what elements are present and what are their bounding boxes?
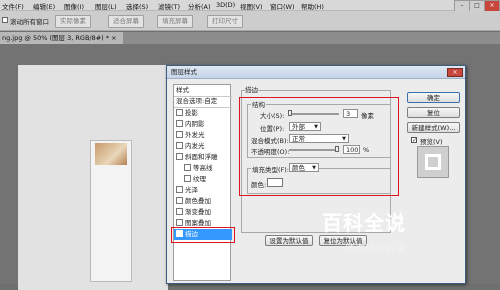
ok-button[interactable]: 确定	[407, 92, 460, 103]
opacity-label: 不透明度(O):	[251, 148, 290, 156]
chevron-down-icon: ▼	[342, 136, 346, 142]
chevron-down-icon: ▼	[314, 124, 318, 130]
preview-label: 预览(V)	[420, 138, 443, 146]
style-label: 等高线	[193, 164, 213, 172]
opacity-slider-track[interactable]	[289, 149, 339, 151]
style-label: 颜色叠加	[185, 197, 211, 205]
close-icon[interactable]: ×	[447, 68, 463, 77]
fill-type-label: 填充类型(F):	[251, 164, 291, 174]
style-checkbox[interactable]	[176, 131, 183, 138]
menu-layer[interactable]: 图层(L)	[95, 1, 117, 11]
selected-item-highlight	[171, 227, 235, 243]
color-label: 颜色:	[251, 181, 267, 189]
style-checkbox[interactable]	[176, 120, 183, 127]
style-item[interactable]: 渐变叠加	[174, 207, 232, 218]
style-item[interactable]: 外发光	[174, 130, 232, 141]
menu-window[interactable]: 窗口(W)	[270, 1, 295, 11]
style-item[interactable]: 光泽	[174, 185, 232, 196]
style-label: 投影	[185, 109, 198, 117]
photo-thumbnail	[95, 143, 127, 165]
menu-analysis[interactable]: 分析(A)	[188, 1, 211, 11]
options-bar: 滚动所有窗口 实际像素 适合屏幕 填充屏幕 打印尺寸	[0, 11, 500, 31]
preview-checkbox[interactable]: ✓	[411, 137, 417, 144]
style-checkbox[interactable]	[176, 197, 183, 204]
fill-type-select[interactable]: 颜色 ▼	[289, 163, 319, 172]
style-item[interactable]: 颜色叠加	[174, 196, 232, 207]
layer-style-dialog: 图层样式 × 样式 混合选项:自定 投影 内阴影 外发光 内发光 斜面和浮雕 等高线 纹理 光泽颜…	[166, 65, 466, 284]
size-label: 大小(S):	[260, 112, 285, 120]
style-checkbox[interactable]	[176, 109, 183, 116]
dialog-title: 图层样式	[167, 66, 465, 79]
reset-button[interactable]: 复位	[407, 107, 460, 118]
style-label: 图案叠加	[185, 219, 211, 227]
style-checkbox[interactable]	[176, 142, 183, 149]
style-label: 光泽	[185, 186, 198, 194]
style-checkbox[interactable]	[176, 186, 183, 193]
style-checkbox[interactable]	[176, 153, 183, 160]
style-checkbox[interactable]	[184, 175, 191, 182]
style-item[interactable]: 斜面和浮雕	[174, 152, 232, 163]
watermark-title: 百科全说	[322, 211, 406, 235]
opacity-input[interactable]: 100	[343, 145, 360, 154]
document-tab[interactable]: ng.jpg @ 50% (图层 3, RGB/8#) * ×	[0, 32, 123, 44]
style-item[interactable]: 投影	[174, 108, 232, 119]
chevron-down-icon: ▼	[312, 165, 316, 171]
blend-mode-select[interactable]: 正常 ▼	[289, 134, 349, 143]
position-select[interactable]: 外部 ▼	[289, 122, 321, 131]
opacity-unit: %	[363, 146, 370, 154]
menu-edit[interactable]: 编辑(E)	[33, 1, 55, 11]
style-checkbox[interactable]	[184, 164, 191, 171]
style-label: 渐变叠加	[185, 208, 211, 216]
color-swatch[interactable]	[267, 178, 283, 187]
style-label: 斜面和浮雕	[185, 153, 218, 161]
scroll-all-label: 滚动所有窗口	[10, 18, 49, 26]
style-checkbox[interactable]	[176, 219, 183, 226]
print-size-button[interactable]: 打印尺寸	[207, 15, 243, 28]
style-label: 纹理	[193, 175, 206, 183]
blend-mode-label: 混合模式(B):	[251, 137, 289, 145]
menu-view[interactable]: 视图(V)	[240, 1, 263, 11]
style-preview-swatch	[425, 154, 441, 170]
blend-mode-value: 正常	[292, 135, 305, 143]
scroll-all-checkbox[interactable]	[2, 17, 8, 23]
style-item[interactable]: 内发光	[174, 141, 232, 152]
actual-pixels-button[interactable]: 实际像素	[55, 15, 91, 28]
style-item[interactable]: 内阴影	[174, 119, 232, 130]
style-item[interactable]: 等高线	[174, 163, 240, 174]
fill-type-value: 颜色	[292, 164, 305, 172]
style-label: 内发光	[185, 142, 205, 150]
style-label: 样式	[176, 86, 189, 94]
menu-help[interactable]: 帮助(H)	[301, 1, 324, 11]
size-unit: 像素	[361, 112, 374, 120]
structure-title: 结构	[251, 99, 266, 109]
style-checkbox[interactable]	[176, 208, 183, 215]
menu-image[interactable]: 图像(I)	[64, 1, 84, 11]
size-slider-knob[interactable]	[288, 110, 292, 116]
style-item[interactable]: 纹理	[174, 174, 240, 185]
style-preview-box	[417, 146, 449, 178]
size-input[interactable]: 3	[343, 109, 358, 118]
menu-select[interactable]: 选择(S)	[126, 1, 148, 11]
menu-3d[interactable]: 3D(D)	[216, 1, 235, 9]
set-default-button[interactable]: 设置为默认值	[265, 235, 313, 246]
menu-bar: 文件(F) 编辑(E) 图像(I) 图层(L) 选择(S) 滤镜(T) 分析(A…	[0, 0, 500, 12]
menu-filter[interactable]: 滤镜(T)	[158, 1, 180, 11]
size-slider-track[interactable]	[289, 113, 339, 115]
menu-file[interactable]: 文件(F)	[2, 1, 24, 11]
style-list: 样式混合选项:自定投影内阴影外发光内发光斜面和浮雕等高线纹理光泽颜色叠加渐变叠加…	[171, 84, 235, 281]
position-value: 外部	[292, 123, 305, 131]
new-style-button[interactable]: 新建样式(W)...	[407, 122, 460, 133]
style-label: 混合选项:自定	[176, 97, 218, 105]
style-label: 外发光	[185, 131, 205, 139]
fill-screen-button[interactable]: 填充屏幕	[157, 15, 193, 28]
opacity-slider-knob[interactable]	[335, 146, 339, 152]
fit-screen-button[interactable]: 适合屏幕	[108, 15, 144, 28]
document-tab-bar: ng.jpg @ 50% (图层 3, RGB/8#) * ×	[0, 32, 500, 44]
style-label: 内阴影	[185, 120, 205, 128]
position-label: 位置(P):	[260, 125, 285, 133]
blend-options-item[interactable]: 混合选项:自定	[174, 96, 232, 108]
watermark-subtitle: 助你轻松解决	[345, 244, 405, 255]
